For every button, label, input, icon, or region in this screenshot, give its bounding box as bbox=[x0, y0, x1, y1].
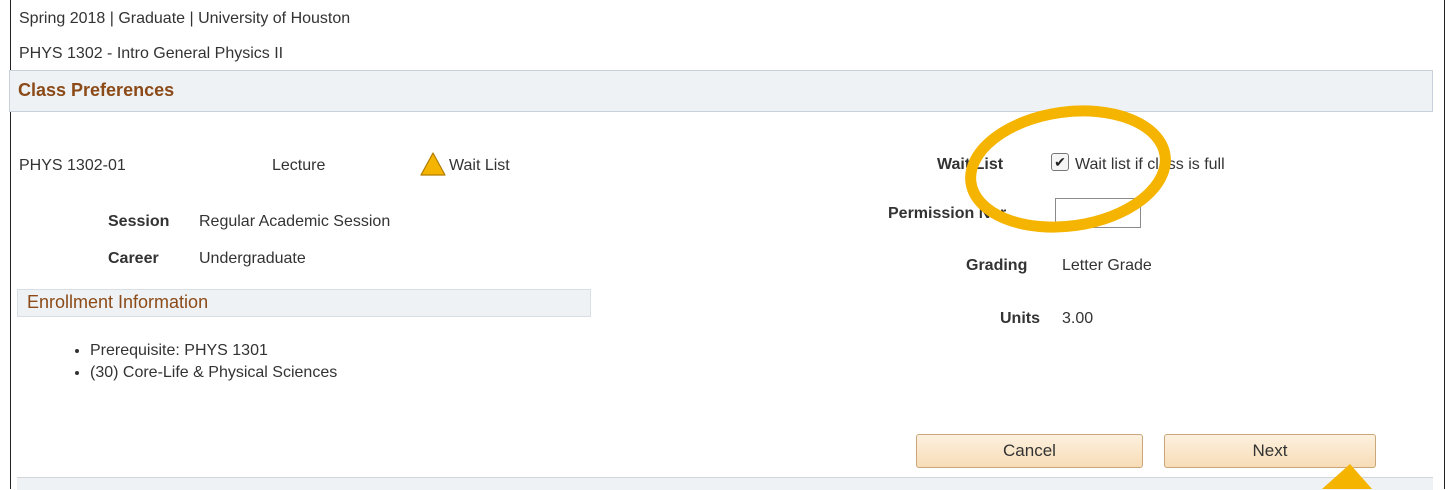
class-preferences-header bbox=[9, 70, 1433, 112]
class-preferences-title: Class Preferences bbox=[18, 80, 175, 100]
cancel-button[interactable]: Cancel bbox=[916, 434, 1143, 468]
warning-triangle-icon bbox=[420, 152, 446, 181]
enrollment-status-label: Wait List bbox=[449, 157, 510, 174]
next-button[interactable]: Next bbox=[1164, 434, 1376, 468]
session-label: Session bbox=[108, 213, 170, 230]
permission-nbr-input[interactable] bbox=[1055, 198, 1141, 228]
enrollment-info-title: Enrollment Information bbox=[27, 292, 209, 312]
career-label: Career bbox=[108, 250, 159, 267]
career-value: Undergraduate bbox=[199, 250, 306, 267]
units-value: 3.00 bbox=[1062, 310, 1094, 327]
grading-value: Letter Grade bbox=[1062, 257, 1152, 274]
wait-list-label: Wait List bbox=[937, 156, 1004, 173]
grading-label: Grading bbox=[966, 257, 1028, 274]
course-title: PHYS 1302 - Intro General Physics II bbox=[19, 45, 284, 62]
class-component: Lecture bbox=[272, 157, 326, 174]
bottom-scroll-bar bbox=[17, 477, 1433, 490]
class-section-id: PHYS 1302-01 bbox=[19, 157, 126, 174]
term-breadcrumb: Spring 2018 | Graduate | University of H… bbox=[19, 10, 351, 27]
session-value: Regular Academic Session bbox=[199, 213, 391, 230]
permission-nbr-label: Permission Nbr bbox=[888, 205, 1007, 222]
list-item: Prerequisite: PHYS 1301 bbox=[90, 340, 337, 362]
enrollment-info-list: Prerequisite: PHYS 1301 (30) Core-Life &… bbox=[72, 340, 337, 384]
list-item: (30) Core-Life & Physical Sciences bbox=[90, 362, 337, 384]
wait-list-checkbox-text[interactable]: Wait list if class is full bbox=[1075, 156, 1225, 174]
units-label: Units bbox=[1000, 310, 1040, 327]
checkmark-icon: ✔ bbox=[1054, 154, 1066, 170]
wait-list-checkbox[interactable]: ✔ bbox=[1051, 153, 1069, 171]
